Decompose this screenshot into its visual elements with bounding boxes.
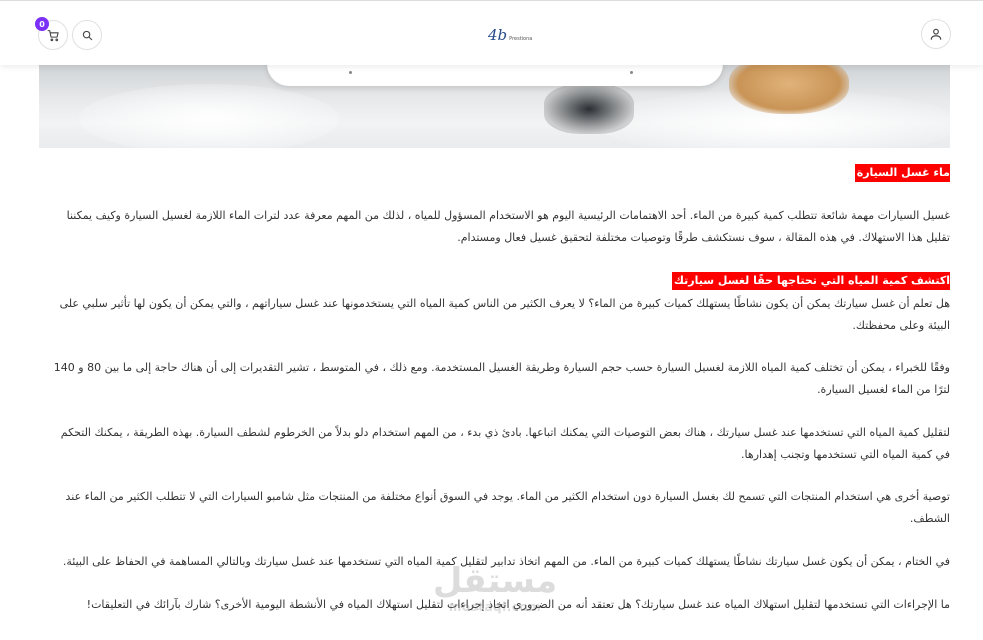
hero-foam-left	[79, 84, 339, 148]
paragraph-line: هل تعلم أن غسل سيارتك يمكن أن يكون نشاطً…	[59, 297, 950, 310]
paragraph-line: غسيل السيارات مهمة شائعة تتطلب كمية كبير…	[66, 209, 950, 222]
logo-subtext: Prestiona	[509, 36, 533, 42]
cart-count-badge: 0	[35, 17, 49, 31]
search-button[interactable]	[72, 20, 102, 50]
article-heading-2: اكتشف كمية المياه التي تحتاجها حقًا لغسل…	[671, 272, 950, 290]
article-paragraph-2: هل تعلم أن غسل سيارتك يمكن أن يكون نشاطً…	[39, 293, 950, 337]
user-icon	[930, 28, 942, 40]
account-button[interactable]	[921, 19, 951, 49]
paragraph-line: توصية أخرى هي استخدام المنتجات التي تسمح…	[65, 490, 950, 503]
paragraph-line: وفقًا للخبراء ، يمكن أن تختلف كمية الميا…	[53, 361, 950, 374]
cart-icon	[47, 29, 59, 41]
card-dot	[630, 71, 633, 74]
top-navigation-bar: 0 4b Prestiona	[0, 0, 983, 65]
paragraph-line: تقليل هذا الاستهلاك. في هذه المقالة ، سو…	[457, 231, 950, 244]
site-logo[interactable]: 4b Prestiona	[488, 23, 532, 43]
search-icon	[82, 30, 92, 40]
paragraph-line: في كمية المياه التي تستخدمها وتجنب إهدار…	[741, 448, 950, 461]
paragraph-line: لترًا من الماء لغسيل السيارة.	[817, 383, 950, 396]
article-paragraph-6: في الختام ، يمكن أن يكون غسل سيارتك نشاط…	[39, 551, 950, 573]
hero-sponge	[729, 64, 849, 114]
paragraph-line: ما الإجراءات التي تستخدمها لتقليل استهلا…	[86, 598, 950, 611]
paragraph-line: البيئة وعلى محفظتك.	[852, 319, 950, 332]
logo-mark: 4b	[488, 26, 508, 44]
cart-button[interactable]: 0	[35, 17, 68, 50]
hero-overlay-card	[267, 64, 723, 86]
paragraph-line: في الختام ، يمكن أن يكون غسل سيارتك نشاط…	[62, 555, 950, 568]
article-heading-1: ماء غسل السيارة	[854, 164, 950, 182]
article-paragraph-5: توصية أخرى هي استخدام المنتجات التي تسمح…	[39, 486, 950, 530]
article-paragraph-1: غسيل السيارات مهمة شائعة تتطلب كمية كبير…	[39, 205, 950, 249]
card-dot	[349, 71, 352, 74]
article-paragraph-4: لتقليل كمية المياه التي تستخدمها عند غسل…	[39, 422, 950, 466]
article-paragraph-7: ما الإجراءات التي تستخدمها لتقليل استهلا…	[39, 594, 950, 616]
hero-dark-area	[544, 84, 634, 134]
paragraph-line: لتقليل كمية المياه التي تستخدمها عند غسل…	[60, 426, 950, 439]
article-paragraph-3: وفقًا للخبراء ، يمكن أن تختلف كمية الميا…	[39, 357, 950, 401]
paragraph-line: الشطف.	[909, 512, 950, 525]
hero-image	[39, 64, 950, 148]
